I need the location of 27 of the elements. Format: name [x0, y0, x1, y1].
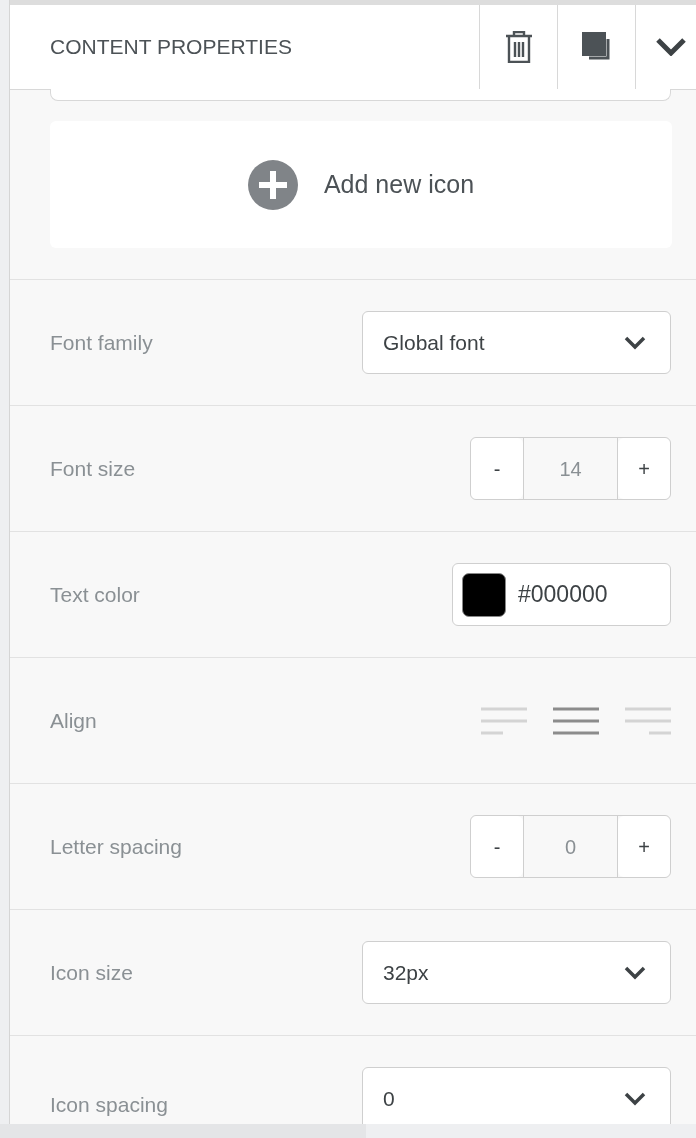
color-swatch[interactable] — [462, 572, 506, 617]
dropdown[interactable]: Global font — [362, 311, 671, 374]
property-label: Font size — [50, 455, 137, 482]
property-label: Icon size — [50, 959, 134, 986]
panel-title: CONTENT PROPERTIES — [49, 34, 293, 61]
property-label: Letter spacing — [50, 833, 183, 860]
dropdown[interactable]: 32px — [362, 941, 671, 1004]
property-label: Align — [50, 707, 98, 734]
decrement-button[interactable]: - — [471, 438, 523, 499]
property-label: Font family — [50, 329, 154, 356]
chevron-down-icon — [624, 965, 646, 980]
input-field[interactable] — [50, 89, 671, 101]
chevron-down-icon — [624, 1091, 646, 1106]
color-field[interactable]: #000000 — [452, 563, 671, 626]
trash-icon — [503, 31, 534, 63]
increment-button[interactable]: + — [618, 438, 670, 499]
increment-button[interactable]: + — [618, 816, 670, 877]
chevron-down-icon — [656, 38, 686, 56]
plus-circle-icon — [247, 159, 298, 210]
property-label: Icon spacing — [50, 1092, 169, 1118]
dropdown[interactable]: 0 — [362, 1067, 671, 1124]
chevron-down-icon — [624, 335, 646, 350]
copy-icon — [580, 31, 613, 63]
align-center-button[interactable] — [553, 705, 599, 736]
property-label: Text color — [50, 581, 141, 608]
add-icon-button[interactable]: Add new icon — [50, 121, 672, 248]
decrement-button[interactable]: - — [471, 816, 523, 877]
